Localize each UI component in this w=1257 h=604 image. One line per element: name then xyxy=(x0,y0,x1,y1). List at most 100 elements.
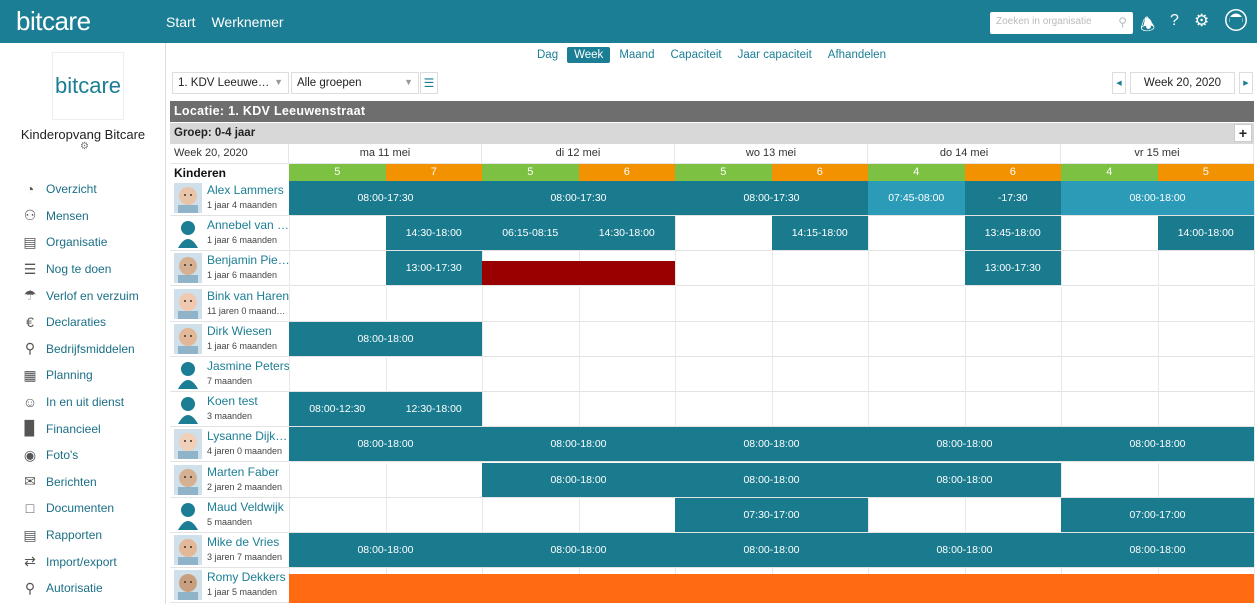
child-age: 2 jaren 2 maanden xyxy=(207,481,283,492)
sidebar-item-label: Autorisatie xyxy=(46,581,103,596)
schedule-block[interactable]: 07:45-08:00 xyxy=(868,181,965,215)
sidebar-item-berichten[interactable]: ✉ Berichten xyxy=(0,469,166,496)
user-icon[interactable] xyxy=(1225,9,1247,31)
brand-logo[interactable]: bitcare xyxy=(16,6,91,37)
child-name[interactable]: Bink van Haren xyxy=(207,289,289,303)
schedule-block[interactable]: 08:00-18:00 xyxy=(482,533,675,567)
settings-gear-icon[interactable]: ⚙ xyxy=(80,141,89,152)
schedule-block[interactable]: 08:00-18:00 xyxy=(868,427,1061,462)
sidebar-item-import-export[interactable]: ⇄ Import/export xyxy=(0,548,166,575)
schedule-block[interactable]: 07:30-17:00 xyxy=(675,497,868,532)
schedule-block[interactable]: 08:00-17:30 xyxy=(675,181,868,215)
schedule-block[interactable]: 08:00-18:00 xyxy=(1061,427,1254,462)
sidebar-item-declaraties[interactable]: € Declaraties xyxy=(0,309,166,336)
child-name[interactable]: Jasmine Peters xyxy=(207,359,289,373)
list-view-button[interactable]: ☰ xyxy=(420,72,438,94)
absence-block[interactable] xyxy=(289,574,1254,604)
schedule-block[interactable]: 14:30-18:00 xyxy=(385,216,482,251)
gear-icon[interactable]: ⚙ xyxy=(1194,11,1209,31)
tab-week[interactable]: Week xyxy=(567,47,611,63)
grid-line xyxy=(964,392,966,428)
sidebar-item-planning[interactable]: ▦ Planning xyxy=(0,362,166,389)
nav-start[interactable]: Start xyxy=(166,14,196,30)
grid-line xyxy=(1254,533,1255,568)
schedule-block[interactable]: 08:00-12:30 xyxy=(289,392,386,427)
child-name[interactable]: Romy Dekkers xyxy=(207,570,289,584)
schedule-block[interactable]: 08:00-18:00 xyxy=(482,427,675,462)
child-avatar xyxy=(174,535,202,565)
schedule-block[interactable]: 12:30-18:00 xyxy=(385,392,482,427)
sidebar-item-mensen[interactable]: ⚇ Mensen xyxy=(0,203,166,230)
child-avatar xyxy=(174,253,202,284)
search-placeholder: Zoeken in organisatie xyxy=(996,16,1092,27)
grid-line xyxy=(289,462,290,498)
group-select[interactable]: Alle groepen ▼ xyxy=(291,72,419,94)
report-icon: ▤ xyxy=(23,526,37,543)
bell-icon[interactable]: 🕭 xyxy=(1140,12,1155,41)
sidebar-item-organisatie[interactable]: ▤ Organisatie xyxy=(0,229,166,256)
schedule-block[interactable]: 13:45-18:00 xyxy=(964,216,1061,251)
afternoon-count: 6 xyxy=(771,164,868,181)
tab-jaar-capaciteit[interactable]: Jaar capaciteit xyxy=(731,47,819,63)
child-info: Alex Lammers 1 jaar 4 maanden xyxy=(170,181,289,216)
schedule-block[interactable]: 13:00-17:30 xyxy=(964,251,1061,286)
grid-line xyxy=(1061,286,1062,322)
schedule-block[interactable]: 13:00-17:30 xyxy=(385,251,482,286)
help-icon[interactable]: ? xyxy=(1170,12,1179,30)
child-name[interactable]: Benjamin Pie… xyxy=(207,253,289,267)
tab-afhandelen[interactable]: Afhandelen xyxy=(821,47,893,63)
schedule-block[interactable]: 14:15-18:00 xyxy=(771,216,868,251)
child-name[interactable]: Maud Veldwijk xyxy=(207,500,289,514)
schedule-block[interactable]: 08:00-18:00 xyxy=(289,321,482,356)
search-input[interactable]: Zoeken in organisatie ⚲ xyxy=(990,12,1133,34)
morning-count: 5 xyxy=(675,164,772,181)
schedule-block[interactable]: 14:00-18:00 xyxy=(1157,216,1254,251)
tab-capaciteit[interactable]: Capaciteit xyxy=(663,47,728,63)
sidebar-item-label: Rapporten xyxy=(46,528,103,543)
schedule-block[interactable]: 08:00-17:30 xyxy=(289,181,482,215)
schedule-block[interactable]: 08:00-18:00 xyxy=(868,533,1061,567)
schedule-block[interactable]: 08:00-18:00 xyxy=(289,533,482,567)
tab-dag[interactable]: Dag xyxy=(530,47,565,63)
grid-line xyxy=(482,497,483,533)
conflict-block[interactable] xyxy=(482,261,675,286)
schedule-block[interactable]: 08:00-18:00 xyxy=(482,462,675,497)
child-name[interactable]: Dirk Wiesen xyxy=(207,324,289,338)
sidebar-item-verlof-en-verzuim[interactable]: ☂ Verlof en verzuim xyxy=(0,282,166,309)
tab-maand[interactable]: Maand xyxy=(612,47,661,63)
schedule-block[interactable]: 14:30-18:00 xyxy=(578,216,675,251)
sidebar-item-rapporten[interactable]: ▤ Rapporten xyxy=(0,522,166,549)
next-week-button[interactable]: ▶ xyxy=(1239,72,1253,94)
schedule-block[interactable]: 08:00-18:00 xyxy=(1061,533,1254,567)
add-button[interactable]: + xyxy=(1234,124,1252,142)
schedule-block[interactable]: 08:00-18:00 xyxy=(675,462,868,497)
schedule-block[interactable]: -17:30 xyxy=(964,181,1061,215)
child-name[interactable]: Annebel van … xyxy=(207,218,289,232)
sidebar-item-financieel[interactable]: ▉ Financieel xyxy=(0,415,166,442)
sidebar-item-in-en-uit-dienst[interactable]: ☺ In en uit dienst xyxy=(0,389,166,416)
sidebar-item-autorisatie[interactable]: ⚲ Autorisatie xyxy=(0,575,166,602)
sidebar-item-bedrijfsmiddelen[interactable]: ⚲ Bedrijfsmiddelen xyxy=(0,336,166,363)
child-name[interactable]: Koen test xyxy=(207,394,289,408)
sidebar-item-overzicht[interactable]: ◔ Overzicht xyxy=(0,176,166,203)
schedule-block[interactable]: 08:00-18:00 xyxy=(675,533,868,567)
location-select[interactable]: 1. KDV Leeuwe… ▼ xyxy=(172,72,289,94)
child-name[interactable]: Marten Faber xyxy=(207,465,289,479)
search-icon[interactable]: ⚲ xyxy=(1118,15,1127,29)
sidebar-item-documenten[interactable]: □ Documenten xyxy=(0,495,166,522)
sidebar-item-foto-s[interactable]: ◉ Foto's xyxy=(0,442,166,469)
schedule-block[interactable]: 08:00-17:30 xyxy=(482,181,675,215)
child-name[interactable]: Alex Lammers xyxy=(207,183,289,197)
child-name[interactable]: Mike de Vries xyxy=(207,535,289,549)
schedule-block[interactable]: 08:00-18:00 xyxy=(1061,181,1254,215)
previous-week-button[interactable]: ◀ xyxy=(1112,72,1126,94)
sidebar-item-nog-te-doen[interactable]: ☰ Nog te doen xyxy=(0,256,166,283)
schedule-block[interactable]: 06:15-08:15 xyxy=(482,216,579,251)
child-name[interactable]: Lysanne Dijk… xyxy=(207,429,289,443)
schedule-block[interactable]: 07:00-17:00 xyxy=(1061,497,1254,532)
schedule-block[interactable]: 08:00-18:00 xyxy=(675,427,868,462)
schedule-block[interactable]: 08:00-18:00 xyxy=(868,462,1061,497)
schedule-block[interactable]: 08:00-18:00 xyxy=(289,427,482,462)
nav-werknemer[interactable]: Werknemer xyxy=(211,14,283,30)
child-age: 5 maanden xyxy=(207,516,253,527)
